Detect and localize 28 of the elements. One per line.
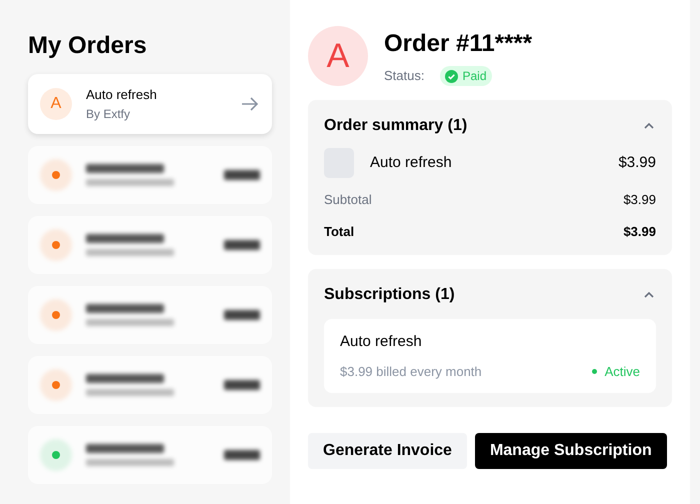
status-label: Status: [384,67,424,86]
blurred-price [224,450,260,460]
order-avatar: A [40,88,72,120]
check-icon [445,70,458,82]
subscription-status: Active [604,362,640,380]
status-badge: Paid [440,66,492,86]
blurred-price [224,240,260,250]
item-name: Auto refresh [370,152,453,173]
blurred-price [224,170,260,180]
item-price: $3.99 [618,152,656,173]
blurred-price [224,310,260,320]
total-label: Total [324,222,354,240]
order-vendor: By Extfy [86,106,132,123]
subscription-name: Auto refresh [340,332,423,352]
manage-subscription-button[interactable]: Manage Subscription [474,433,667,469]
subtotal-value: $3.99 [623,191,656,209]
order-name: Auto refresh [86,86,158,104]
blurred-price [224,380,260,390]
order-card[interactable]: A Auto refresh By Extfy [28,74,272,134]
sidebar-title: My Orders [28,31,148,61]
order-title: Order #11**** [384,29,532,59]
total-value: $3.99 [623,222,656,240]
subtotal-label: Subtotal [324,191,372,209]
section-title: Subscriptions (1) [324,285,455,305]
generate-invoice-button[interactable]: Generate Invoice [308,433,467,469]
billing-text: $3.99 billed every month [340,362,482,381]
order-avatar: A [308,26,368,86]
section-title: Order summary (1) [324,116,468,136]
